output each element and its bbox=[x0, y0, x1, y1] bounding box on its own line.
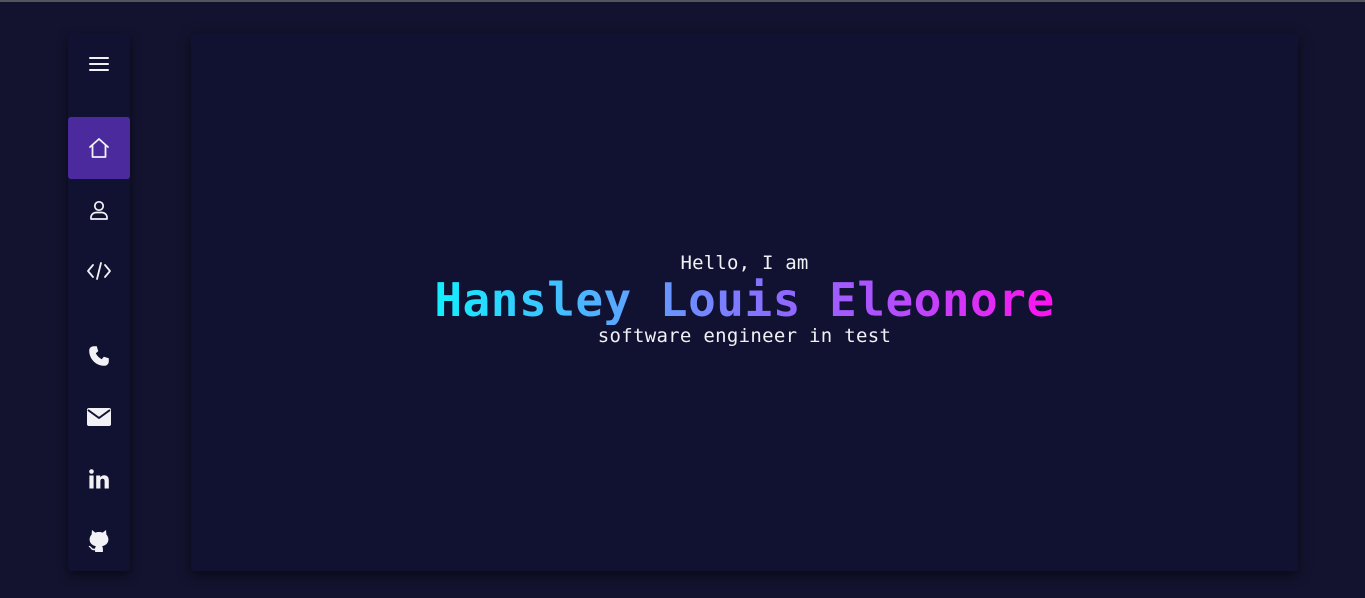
window-top-border bbox=[0, 0, 1365, 2]
email-link[interactable] bbox=[68, 386, 130, 448]
envelope-icon bbox=[87, 408, 111, 426]
github-icon bbox=[88, 530, 109, 552]
hero-name: Hansley Louis Eleonore bbox=[434, 273, 1055, 327]
sidebar-item-projects[interactable] bbox=[68, 240, 130, 302]
linkedin-icon bbox=[89, 469, 109, 489]
menu-toggle-button[interactable] bbox=[68, 33, 130, 95]
hero-greeting: Hello, I am bbox=[680, 252, 809, 274]
phone-icon bbox=[89, 346, 109, 366]
github-link[interactable] bbox=[68, 509, 130, 571]
hero-section: Hello, I am Hansley Louis Eleonore softw… bbox=[191, 251, 1298, 347]
linkedin-link[interactable] bbox=[68, 448, 130, 510]
phone-link[interactable] bbox=[68, 325, 130, 387]
sidebar-item-home[interactable] bbox=[68, 117, 130, 179]
code-icon bbox=[87, 262, 111, 280]
hamburger-menu-icon bbox=[89, 57, 109, 71]
home-icon bbox=[89, 138, 109, 158]
sidebar-nav bbox=[68, 33, 130, 571]
sidebar-item-about[interactable] bbox=[68, 179, 130, 241]
main-content-card: Hello, I am Hansley Louis Eleonore softw… bbox=[191, 33, 1298, 571]
user-icon bbox=[90, 200, 108, 220]
hero-role: software engineer in test bbox=[597, 325, 892, 347]
